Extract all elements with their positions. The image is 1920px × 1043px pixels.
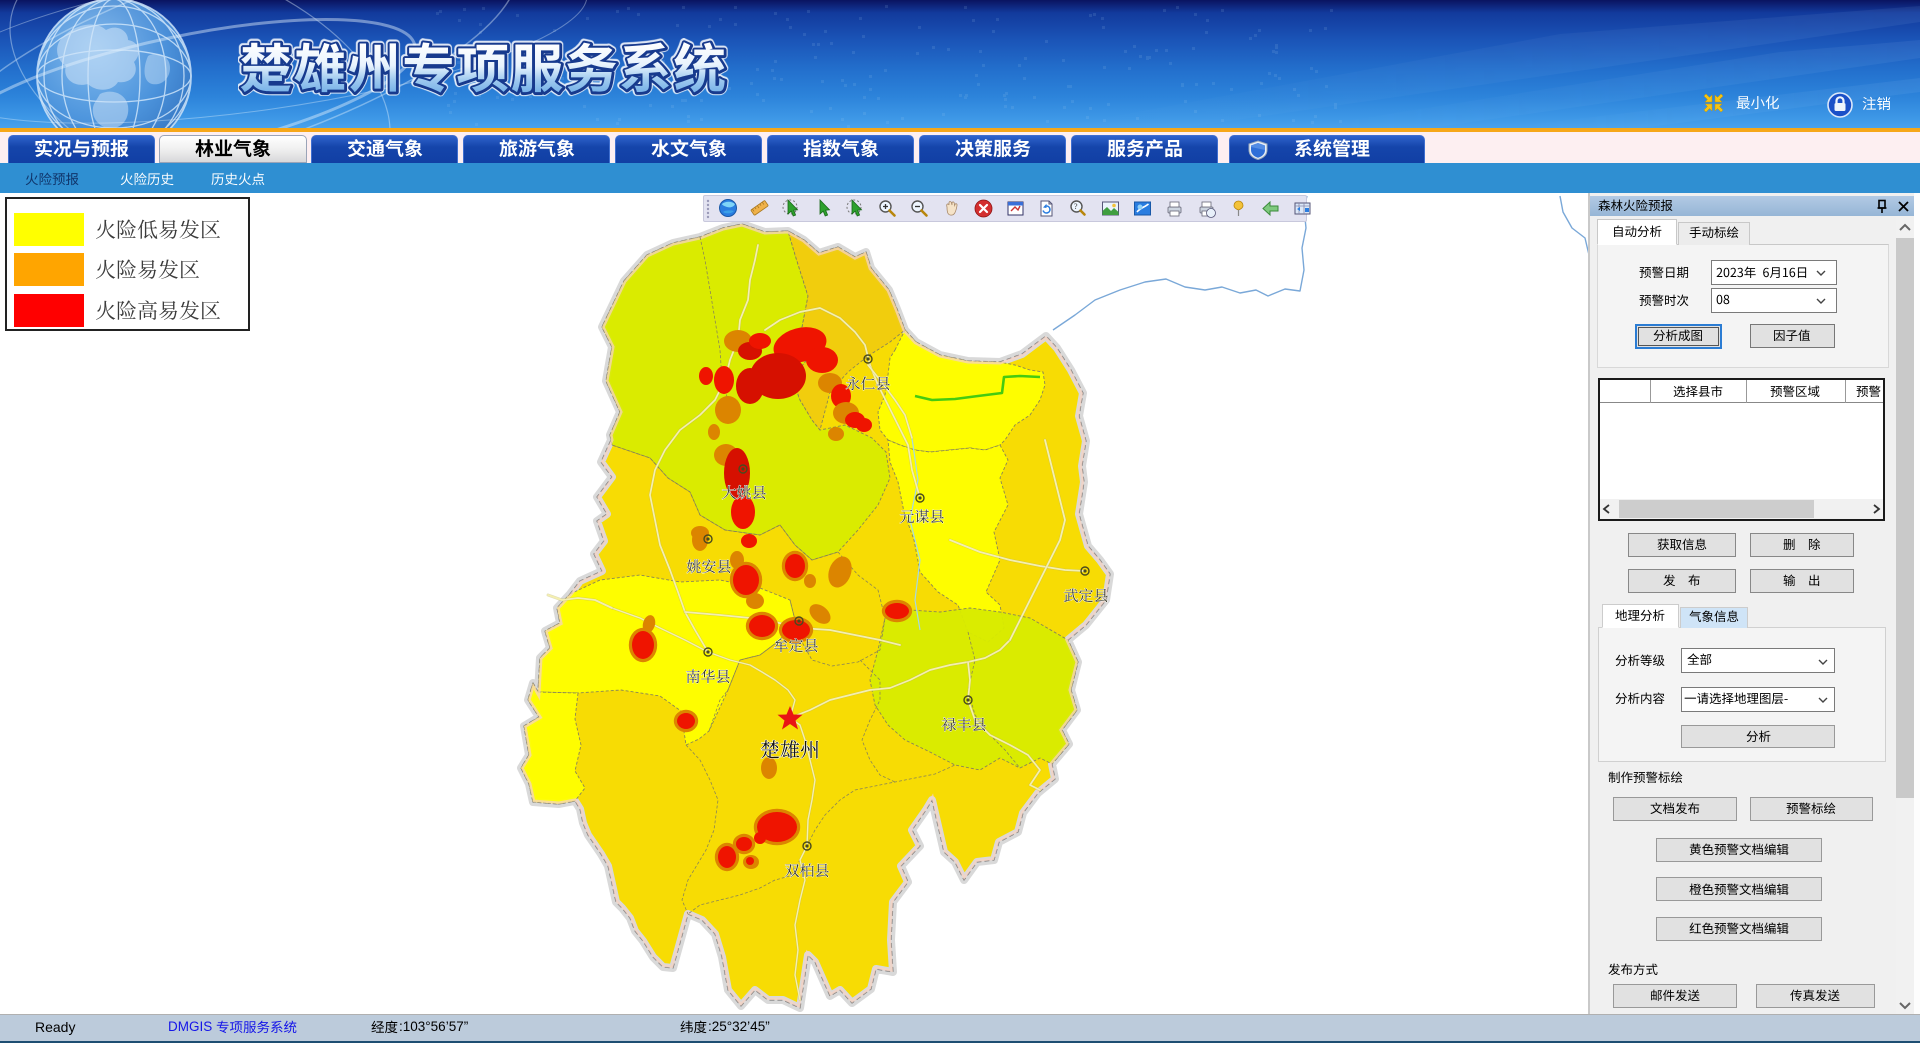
svg-text:?: ? [1074, 202, 1078, 211]
